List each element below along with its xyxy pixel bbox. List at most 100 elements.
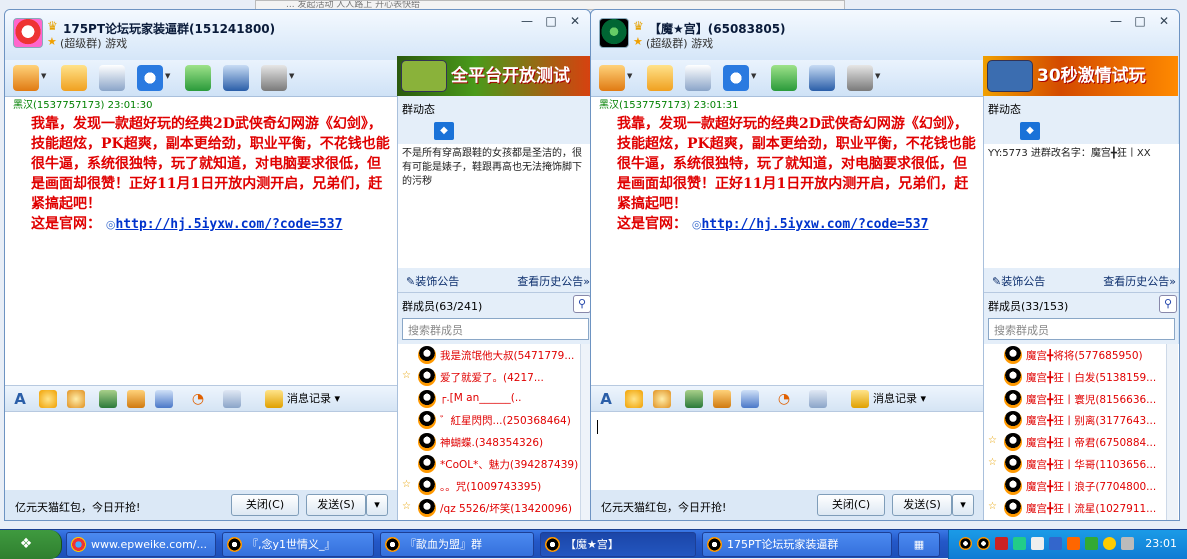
search-icon[interactable]: ⚲ [573,295,590,313]
close-button[interactable]: 关闭(C) [231,494,299,516]
list-item[interactable]: 魔宫╋狂丨浪子(7704800... [984,475,1179,497]
list-item[interactable]: *CoOL*、魅力(394287439) [398,453,590,475]
chevron-down-icon[interactable]: ▼ [627,72,632,80]
title-bar[interactable]: ♛ ★ 【魔★宫】(65083805) (超级群) 游戏 — □ ✕ [591,10,1179,60]
taskbar-button-browser[interactable]: www.epweike.com/... [66,532,216,557]
folder-icon[interactable] [647,65,673,91]
music-icon[interactable]: ◔ [189,390,207,408]
search-icon[interactable]: ⚲ [1159,295,1177,313]
message-log-icon[interactable] [851,390,869,408]
notice-history-link[interactable]: 查看历史公告» [1103,273,1176,289]
list-item[interactable]: ☆ 魔宫╋狂丨帝君(6750884... [984,431,1179,453]
font-icon[interactable]: A [597,390,615,408]
image-icon[interactable] [685,390,703,408]
app-tray-icon[interactable] [1067,537,1080,550]
home-icon[interactable] [599,65,625,91]
screenshot-icon[interactable] [155,390,173,408]
chevron-down-icon[interactable]: ▼ [875,72,880,80]
list-item[interactable]: ☆ 魔宫╋狂丨华哥(1103656... [984,453,1179,475]
gear-icon[interactable] [261,65,287,91]
taskbar-button-chat-2[interactable]: 『歃血为盟』群 [380,532,534,557]
title-bar[interactable]: ♛ ★ 175PT论坛玩家装逼群(151241800) (超级群) 游戏 — □… [5,10,590,60]
more-icon[interactable] [223,390,241,408]
ad-text[interactable]: 亿元天猫红包，今日开抢! [15,499,140,515]
chevron-down-icon[interactable]: ▼ [165,72,170,80]
notice-icon[interactable]: ◆ [1020,122,1040,140]
home-icon[interactable] [13,65,39,91]
send-button[interactable]: 发送(S) [892,494,952,516]
group-avatar[interactable] [599,18,629,48]
send-button[interactable]: 发送(S) [306,494,366,516]
member-search-input[interactable]: 搜索群成员 [402,318,589,340]
voice-icon[interactable] [137,65,163,91]
emoji-icon[interactable] [625,390,643,408]
chat-history[interactable]: 黑汉(1537757173) 23:01:31 我靠，发现一款超好玩的经典2D武… [591,96,983,390]
list-item[interactable]: ☆ 爱了就爱了。(4217... [398,366,590,388]
message-input[interactable] [591,411,983,490]
chat-window-175pt[interactable]: ♛ ★ 175PT论坛玩家装逼群(151241800) (超级群) 游戏 — □… [4,9,591,521]
input-method-tray-icon[interactable] [1049,537,1062,550]
chat-history[interactable]: 黑汉(1537757173) 23:01:30 我靠，发现一款超好玩的经典2D武… [5,96,397,390]
taskbar-button-mogong[interactable]: 【魔★宫】 [540,532,696,557]
magic-emoji-icon[interactable] [653,390,671,408]
shake-icon[interactable] [127,390,145,408]
list-item[interactable]: 魔宫╋狂丨别离(3177643... [984,409,1179,431]
app-icon[interactable] [185,65,211,91]
clock[interactable]: 23:01 [1145,537,1177,550]
qq-tray-icon[interactable] [977,537,990,550]
album-icon[interactable] [685,65,711,91]
close-button[interactable]: 关闭(C) [817,494,885,516]
message-log-button[interactable]: 消息记录 ▾ [287,390,340,408]
magic-emoji-icon[interactable] [67,390,85,408]
shield-icon[interactable] [1085,537,1098,550]
decorate-notice-link[interactable]: ✎装饰公告 [992,273,1045,289]
ad-banner[interactable]: 全平台开放测试 [397,56,590,96]
message-link[interactable]: http://hj.5iyxw.com/?code=537 [115,217,342,232]
more-icon[interactable] [809,390,827,408]
list-item[interactable]: 魔宫╋狂丨寰児(8156636... [984,388,1179,410]
taskbar-button-175pt[interactable]: 175PT论坛玩家装逼群 [702,532,892,557]
member-list[interactable]: 我是流氓他大叔(5471779... ☆ 爱了就爱了。(4217... ┌.[M … [398,344,590,520]
font-icon[interactable]: A [11,390,29,408]
voice-icon[interactable] [723,65,749,91]
member-list-scrollbar[interactable] [1166,344,1178,520]
close-icon[interactable]: ✕ [1153,13,1175,31]
notice-icon[interactable]: ◆ [434,122,454,140]
emoji-icon[interactable] [39,390,57,408]
misc-tray-icon[interactable] [1121,537,1134,550]
group-avatar[interactable] [13,18,43,48]
ad-text[interactable]: 亿元天猫红包，今日开抢! [601,499,726,515]
maximize-button[interactable]: □ [1129,13,1151,31]
list-item[interactable]: ☆ /qz 5526/坏笑(13420096) [398,497,590,519]
list-item[interactable]: ┌.[M an______(.. [398,388,590,410]
close-icon[interactable]: ✕ [564,13,586,31]
chat-window-mogong[interactable]: ♛ ★ 【魔★宫】(65083805) (超级群) 游戏 — □ ✕ ▼ ▼ ▼… [590,9,1180,521]
chevron-down-icon[interactable]: ▼ [751,72,756,80]
settings-user-icon[interactable] [223,65,249,91]
app-icon[interactable] [771,65,797,91]
minimize-button[interactable]: — [516,13,538,31]
list-item[interactable]: 神蝴蝶.(348354326) [398,431,590,453]
list-item[interactable]: 我是流氓他大叔(5471779... [398,344,590,366]
volume-tray-icon[interactable] [1031,537,1044,550]
qq-tray-icon[interactable] [959,537,972,550]
music-icon[interactable]: ◔ [775,390,793,408]
folder-icon[interactable] [61,65,87,91]
member-list[interactable]: 魔宫╋将将(577685950) 魔宫╋狂丨白发(5138159... 魔宫╋狂… [984,344,1179,520]
message-log-icon[interactable] [265,390,283,408]
decorate-notice-link[interactable]: ✎装饰公告 [406,273,459,289]
message-input[interactable] [5,411,397,490]
image-icon[interactable] [99,390,117,408]
screenshot-icon[interactable] [741,390,759,408]
list-item[interactable]: ☆ 魔宫╋狂丨流星(1027911... [984,497,1179,519]
update-tray-icon[interactable] [1103,537,1116,550]
message-link[interactable]: http://hj.5iyxw.com/?code=537 [701,217,928,232]
album-icon[interactable] [99,65,125,91]
network-tray-icon[interactable] [1013,537,1026,550]
security-tray-icon[interactable] [995,537,1008,550]
send-options-button[interactable]: ▾ [366,494,388,516]
message-log-button[interactable]: 消息记录 ▾ [873,390,926,408]
minimize-button[interactable]: — [1105,13,1127,31]
ad-banner[interactable]: 30秒激情试玩 [983,56,1178,96]
maximize-button[interactable]: □ [540,13,562,31]
